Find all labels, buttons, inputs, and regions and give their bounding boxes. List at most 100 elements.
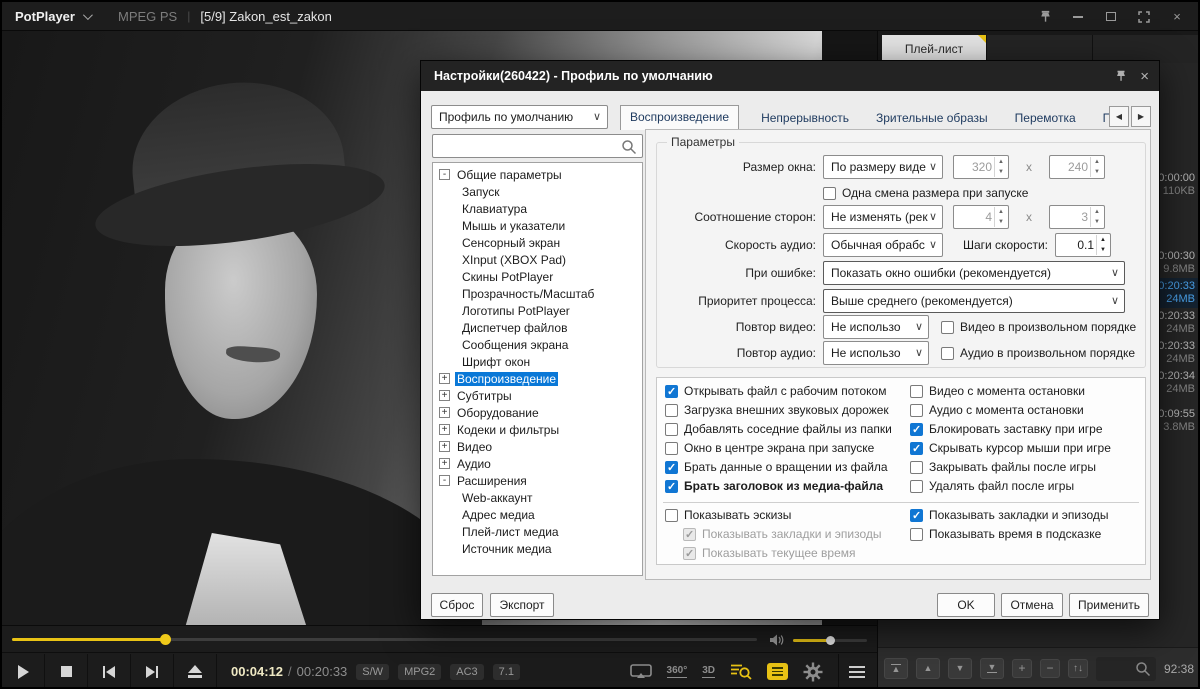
volume-icon[interactable] bbox=[769, 633, 785, 647]
expand-icon[interactable]: + bbox=[439, 407, 450, 418]
option-checkbox[interactable]: Загрузка внешних звуковых дорожек bbox=[665, 403, 889, 417]
dialog-close-icon[interactable]: × bbox=[1140, 68, 1149, 85]
tree-item[interactable]: Диспетчер файлов bbox=[433, 319, 642, 336]
dialog-titlebar[interactable]: Настройки(260422) - Профиль по умолчанию bbox=[421, 61, 1159, 91]
audio-speed-select[interactable]: Обычная обрабс∨ bbox=[823, 233, 943, 257]
playlist-tab[interactable]: Плей-лист bbox=[882, 35, 986, 63]
option-checkbox[interactable]: Блокировать заставку при игре bbox=[910, 422, 1103, 436]
option-checkbox[interactable]: Показывать время в подсказке bbox=[910, 527, 1101, 541]
close-button[interactable]: × bbox=[1166, 7, 1188, 27]
option-checkbox[interactable]: Показывать эскизы bbox=[665, 508, 791, 522]
option-checkbox[interactable]: Показывать текущее время bbox=[683, 546, 856, 560]
sort-button[interactable]: ↑↓ bbox=[1068, 659, 1088, 678]
tab-visualizations[interactable]: Зрительные образы bbox=[871, 107, 993, 130]
resize-once-checkbox[interactable]: Одна смена размера при запуске bbox=[823, 186, 1028, 200]
expand-icon[interactable]: + bbox=[439, 390, 450, 401]
move-up-button[interactable]: ▲ bbox=[916, 658, 940, 679]
tabs-scroll-left-button[interactable]: ◀ bbox=[1109, 106, 1129, 127]
option-checkbox[interactable]: Брать данные о вращении из файла bbox=[665, 460, 888, 474]
playlist-search-input[interactable] bbox=[1096, 657, 1156, 681]
move-bottom-button[interactable]: ▼ bbox=[980, 658, 1004, 679]
cancel-button[interactable]: Отмена bbox=[1001, 593, 1063, 617]
fullscreen-button[interactable] bbox=[1133, 7, 1155, 27]
playlist-toggle-button[interactable] bbox=[767, 663, 788, 680]
audio-shuffle-checkbox[interactable]: Аудио в произвольном порядке bbox=[941, 346, 1135, 360]
repeat-audio-select[interactable]: Не использо∨ bbox=[823, 341, 929, 365]
tree-item[interactable]: Логотипы PotPlayer bbox=[433, 302, 642, 319]
tab-continuity[interactable]: Непрерывность bbox=[756, 107, 854, 130]
video-3d-button[interactable]: 3D bbox=[702, 665, 715, 678]
option-checkbox[interactable]: Показывать закладки и эпизоды bbox=[910, 508, 1109, 522]
pin-icon[interactable] bbox=[1034, 7, 1056, 27]
expand-icon[interactable]: + bbox=[439, 441, 450, 452]
cast-screen-button[interactable] bbox=[630, 664, 652, 680]
tab-playback[interactable]: Воспроизведение bbox=[620, 105, 739, 130]
playlist-search-button[interactable] bbox=[730, 663, 752, 680]
tree-item[interactable]: Сенсорный экран bbox=[433, 234, 642, 251]
maximize-button[interactable] bbox=[1100, 7, 1122, 27]
remove-item-button[interactable]: − bbox=[1040, 659, 1060, 678]
tree-item[interactable]: Мышь и указатели bbox=[433, 217, 642, 234]
option-checkbox[interactable]: Показывать закладки и эпизоды bbox=[683, 527, 882, 541]
tree-item[interactable]: +Видео bbox=[433, 438, 642, 455]
tabs-scroll-right-button[interactable]: ▶ bbox=[1131, 106, 1151, 127]
tree-item[interactable]: -Общие параметры bbox=[433, 166, 642, 183]
next-button[interactable] bbox=[131, 654, 174, 689]
option-checkbox[interactable]: Окно в центре экрана при запуске bbox=[665, 441, 874, 455]
ok-button[interactable]: OK bbox=[937, 593, 995, 617]
aspect-h-spinner[interactable]: 3▲▼ bbox=[1049, 205, 1105, 229]
option-checkbox[interactable]: Аудио с момента остановки bbox=[910, 403, 1084, 417]
tree-item[interactable]: Адрес медиа bbox=[433, 506, 642, 523]
tree-item[interactable]: +Кодеки и фильтры bbox=[433, 421, 642, 438]
collapse-icon[interactable]: - bbox=[439, 169, 450, 180]
seek-bar[interactable] bbox=[12, 638, 757, 641]
settings-gear-button[interactable] bbox=[803, 662, 823, 682]
option-checkbox[interactable]: Открывать файл с рабочим потоком bbox=[665, 384, 886, 398]
tree-item[interactable]: Web-аккаунт bbox=[433, 489, 642, 506]
dialog-pin-icon[interactable] bbox=[1114, 69, 1128, 83]
speed-step-spinner[interactable]: 0.1▲▼ bbox=[1055, 233, 1111, 257]
expand-icon[interactable]: + bbox=[439, 458, 450, 469]
tree-item[interactable]: +Субтитры bbox=[433, 387, 642, 404]
move-top-button[interactable]: ▲ bbox=[884, 658, 908, 679]
tree-item[interactable]: -Расширения bbox=[433, 472, 642, 489]
tree-item[interactable]: +Оборудование bbox=[433, 404, 642, 421]
export-button[interactable]: Экспорт bbox=[490, 593, 554, 617]
tree-item[interactable]: Плей-лист медиа bbox=[433, 523, 642, 540]
stop-button[interactable] bbox=[45, 654, 88, 689]
tree-item[interactable]: +Аудио bbox=[433, 455, 642, 472]
window-height-spinner[interactable]: 240▲▼ bbox=[1049, 155, 1105, 179]
tree-item[interactable]: Сообщения экрана bbox=[433, 336, 642, 353]
process-priority-select[interactable]: Выше среднего (рекомендуется)∨ bbox=[823, 289, 1125, 313]
eject-button[interactable] bbox=[174, 654, 217, 689]
option-checkbox[interactable]: Закрывать файлы после игры bbox=[910, 460, 1096, 474]
tab-seeking[interactable]: Перемотка bbox=[1010, 107, 1081, 130]
option-checkbox[interactable]: Удалять файл после игры bbox=[910, 479, 1074, 493]
settings-search-input[interactable] bbox=[432, 134, 643, 158]
option-checkbox[interactable]: Видео с момента остановки bbox=[910, 384, 1085, 398]
volume-slider[interactable] bbox=[793, 639, 867, 642]
tree-item[interactable]: XInput (XBOX Pad) bbox=[433, 251, 642, 268]
tree-item[interactable]: Источник медиа bbox=[433, 540, 642, 557]
collapse-icon[interactable]: - bbox=[439, 475, 450, 486]
tree-item[interactable]: Прозрачность/Масштаб bbox=[433, 285, 642, 302]
video-shuffle-checkbox[interactable]: Видео в произвольном порядке bbox=[941, 320, 1136, 334]
on-error-select[interactable]: Показать окно ошибки (рекомендуется)∨ bbox=[823, 261, 1125, 285]
previous-button[interactable] bbox=[88, 654, 131, 689]
option-checkbox[interactable]: Добавлять соседние файлы из папки bbox=[665, 422, 892, 436]
add-item-button[interactable]: + bbox=[1012, 659, 1032, 678]
aspect-ratio-select[interactable]: Не изменять (рек∨ bbox=[823, 205, 943, 229]
minimize-button[interactable] bbox=[1067, 7, 1089, 27]
option-checkbox[interactable]: Скрывать курсор мыши при игре bbox=[910, 441, 1111, 455]
tree-item[interactable]: Клавиатура bbox=[433, 200, 642, 217]
tree-item[interactable]: Шрифт окон bbox=[433, 353, 642, 370]
repeat-video-select[interactable]: Не использо∨ bbox=[823, 315, 929, 339]
profile-select[interactable]: Профиль по умолчанию ∨ bbox=[431, 105, 608, 129]
video-360-button[interactable]: 360° bbox=[667, 665, 688, 678]
tree-item[interactable]: Скины PotPlayer bbox=[433, 268, 642, 285]
expand-icon[interactable]: + bbox=[439, 373, 450, 384]
aspect-w-spinner[interactable]: 4▲▼ bbox=[953, 205, 1009, 229]
apply-button[interactable]: Применить bbox=[1069, 593, 1149, 617]
reset-button[interactable]: Сброс bbox=[431, 593, 483, 617]
window-width-spinner[interactable]: 320▲▼ bbox=[953, 155, 1009, 179]
